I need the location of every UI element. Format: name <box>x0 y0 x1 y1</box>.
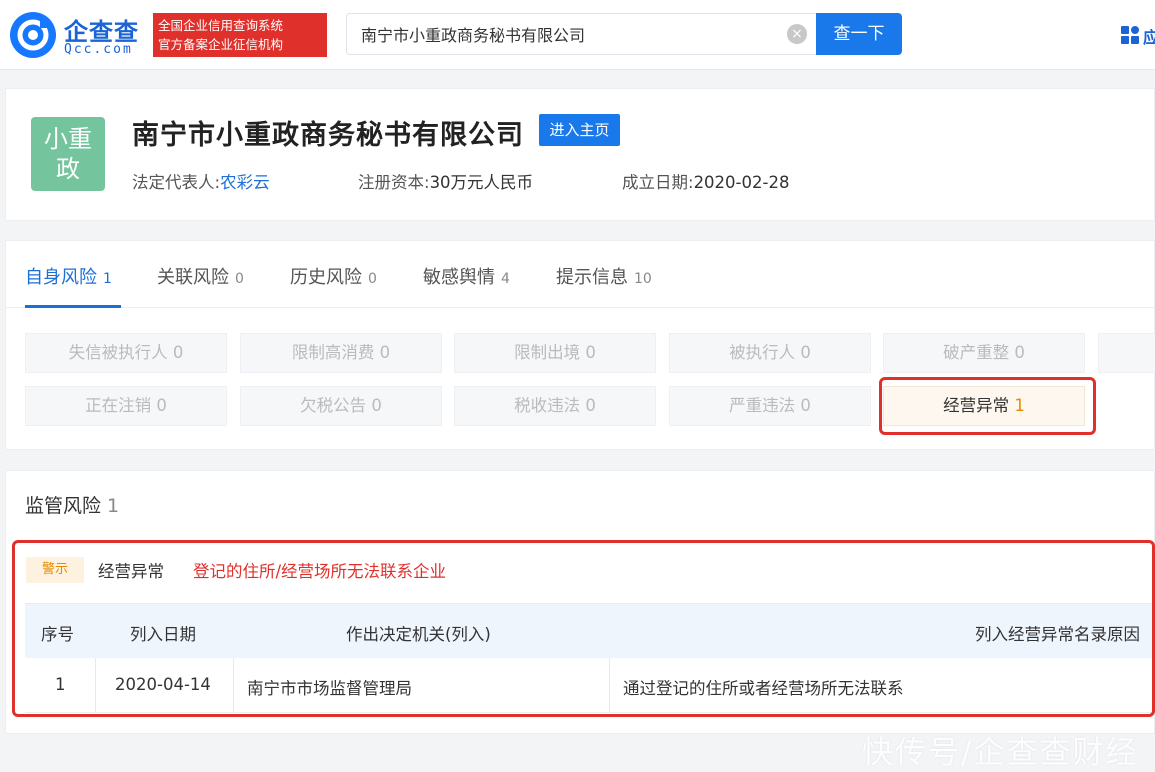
logo-domain: Qcc.com <box>64 42 133 57</box>
tab-label: 自身风险 <box>25 267 97 288</box>
tab-related-risk[interactable]: 关联风险 0 <box>157 263 244 289</box>
tab-history-risk[interactable]: 历史风险 0 <box>290 263 377 289</box>
founded-date: 成立日期:2020-02-28 <box>622 169 789 193</box>
highlight-frame-abnormal-item <box>879 377 1096 435</box>
apps-label[interactable]: 应 <box>1143 24 1155 48</box>
risk-item-serious-violation[interactable]: 严重违法 0 <box>669 386 871 426</box>
capital-label: 注册资本: <box>358 173 430 192</box>
tab-sensitive-news[interactable]: 敏感舆情 4 <box>423 263 510 289</box>
tab-count: 0 <box>368 271 377 287</box>
risk-item-count: 0 <box>800 396 811 415</box>
enter-homepage-button[interactable]: 进入主页 <box>539 114 620 146</box>
company-card: 小重 政 南宁市小重政商务秘书有限公司 进入主页 法定代表人:农彩云 注册资本:… <box>5 88 1155 221</box>
founded-label: 成立日期: <box>622 173 694 192</box>
tab-notice-info[interactable]: 提示信息 10 <box>556 263 652 289</box>
risk-item-count: 0 <box>371 396 382 415</box>
tab-label: 关联风险 <box>157 267 229 288</box>
legal-rep-label: 法定代表人: <box>132 173 221 192</box>
risk-item-label: 被执行人 <box>729 343 796 362</box>
risk-item-count: 0 <box>800 343 811 362</box>
tab-count: 0 <box>235 271 244 287</box>
tab-label: 敏感舆情 <box>423 267 495 288</box>
risk-item-count: 0 <box>585 396 596 415</box>
risk-item-tax-arrears[interactable]: 欠税公告 0 <box>240 386 442 426</box>
capital-value: 30万元人民币 <box>429 173 534 192</box>
risk-item-label: 欠税公告 <box>300 396 367 415</box>
risk-item-label: 限制高消费 <box>291 343 375 362</box>
risk-item-consumption-limit[interactable]: 限制高消费 0 <box>240 333 442 373</box>
company-name: 南宁市小重政商务秘书有限公司 <box>132 120 524 151</box>
active-tab-indicator <box>25 305 121 308</box>
risk-item-executed-person[interactable]: 被执行人 0 <box>669 333 871 373</box>
risk-item-count: 0 <box>156 396 167 415</box>
risk-item-label: 税收违法 <box>514 396 581 415</box>
tab-count: 4 <box>501 271 510 287</box>
risk-item-label: 破产重整 <box>943 343 1010 362</box>
avatar-text-2: 政 <box>56 155 80 183</box>
risk-item-deregistering[interactable]: 正在注销 0 <box>25 386 227 426</box>
risk-tabs: 自身风险 1 关联风险 0 历史风险 0 敏感舆情 4 提示信息 10 <box>6 241 1155 308</box>
company-avatar: 小重 政 <box>31 117 105 191</box>
search-box: × <box>346 13 818 55</box>
official-badge: 全国企业信用查询系统 官方备案企业征信机构 <box>153 13 327 57</box>
avatar-text-1: 小重 <box>44 125 92 153</box>
risk-item-exit-limit[interactable]: 限制出境 0 <box>454 333 656 373</box>
legal-rep-link[interactable]: 农彩云 <box>220 173 270 192</box>
risk-item-label: 失信被执行人 <box>68 343 168 362</box>
risk-item-count: 0 <box>585 343 596 362</box>
section-title: 监管风险 1 <box>25 491 119 518</box>
badge-line-2: 官方备案企业征信机构 <box>158 37 284 52</box>
risk-item-count: 0 <box>172 343 184 362</box>
risk-item-overflow[interactable] <box>1098 333 1155 373</box>
section-title-label: 监管风险 <box>25 495 102 517</box>
tab-self-risk[interactable]: 自身风险 1 <box>25 263 112 289</box>
top-header: 企查查 Qcc.com 全国企业信用查询系统 官方备案企业征信机构 × 查一下 … <box>0 0 1155 70</box>
legal-rep: 法定代表人:农彩云 <box>132 169 270 193</box>
risk-item-label: 严重违法 <box>729 396 796 415</box>
risk-item-count: 0 <box>379 343 391 362</box>
tab-label: 提示信息 <box>556 267 628 288</box>
risk-item-count: 0 <box>1014 343 1025 362</box>
watermark-text: 快传号/企查查财经 <box>862 735 1139 771</box>
qcc-logo-icon[interactable] <box>10 12 56 58</box>
risk-item-label: 限制出境 <box>514 343 581 362</box>
risk-item-tax-violation[interactable]: 税收违法 0 <box>454 386 656 426</box>
search-input[interactable] <box>361 14 781 54</box>
highlight-frame-abnormal-table <box>12 540 1155 717</box>
badge-line-1: 全国企业信用查询系统 <box>158 18 284 33</box>
risk-item-label: 正在注销 <box>85 396 152 415</box>
risk-item-bankruptcy[interactable]: 破产重整 0 <box>883 333 1085 373</box>
apps-grid-icon[interactable] <box>1121 26 1139 44</box>
tab-label: 历史风险 <box>290 267 362 288</box>
registered-capital: 注册资本:30万元人民币 <box>358 169 533 193</box>
tab-count: 10 <box>634 271 652 287</box>
search-button[interactable]: 查一下 <box>816 13 902 55</box>
section-title-count: 1 <box>107 495 120 517</box>
risk-item-dishonest[interactable]: 失信被执行人 0 <box>25 333 227 373</box>
clear-icon[interactable]: × <box>787 24 807 44</box>
tab-count: 1 <box>103 271 112 287</box>
founded-value: 2020-02-28 <box>693 173 790 192</box>
